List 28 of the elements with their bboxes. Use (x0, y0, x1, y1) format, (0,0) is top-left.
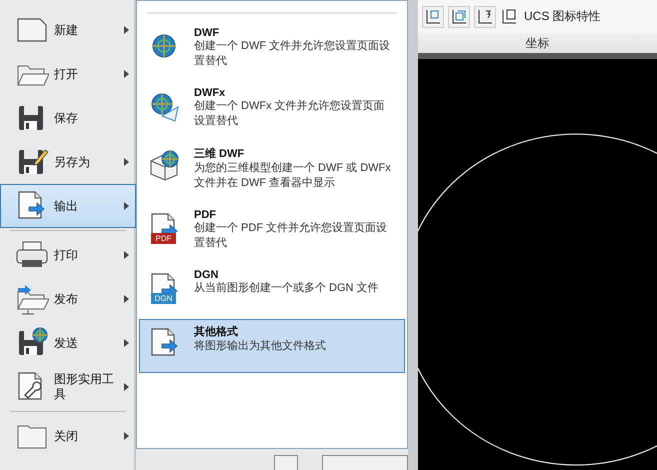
ucs-tool-button[interactable] (474, 6, 496, 28)
submenu-item[interactable]: 其他格式 将图形输出为其他文件格式 (139, 318, 405, 373)
partial-button[interactable] (274, 455, 298, 470)
menu-item[interactable]: 发布 (0, 277, 136, 321)
menu-item[interactable]: 新建 (0, 8, 136, 52)
format-label: PDF (151, 233, 176, 244)
menu-item[interactable]: 保存 (0, 96, 136, 140)
menu-item[interactable]: 关闭 (0, 414, 136, 458)
ucs-properties-label[interactable]: UCS 图标特性 (524, 8, 601, 25)
submenu-item[interactable]: 三维 DWF 为您的三维模型创建一个 DWF 或 DWFx 文件并在 DWF 查看器中显示 (139, 141, 405, 200)
publish-icon (15, 283, 49, 315)
menu-item[interactable]: 打印 (0, 233, 136, 277)
submenu-item[interactable]: DGN DGN 从当前图形创建一个或多个 DGN 文件 (139, 264, 405, 313)
partial-button[interactable] (322, 455, 408, 470)
submenu-item[interactable]: DWF 创建一个 DWF 文件并允许您设置页面设置替代 (139, 22, 405, 78)
menu-item[interactable]: 打开 (0, 52, 136, 96)
ucs-properties-icon[interactable] (500, 8, 518, 26)
ucs-tool-button[interactable] (422, 6, 444, 28)
submenu-item[interactable]: PDF PDF 创建一个 PDF 文件并允许您设置页面设置替代 (139, 204, 405, 260)
submenu-item[interactable]: DWFx 创建一个 DWFx 文件并允许您设置页面设置替代 (139, 82, 405, 138)
menu-item[interactable]: 图形实用工具 (0, 365, 136, 409)
ucs-tool-button[interactable] (448, 6, 470, 28)
menu-item[interactable]: 另存为 (0, 140, 136, 184)
format-label: DGN (151, 292, 176, 304)
dwf3d-icon (148, 149, 180, 184)
menu-item[interactable]: 发送 (0, 321, 136, 365)
panel-title: 坐标 (418, 33, 657, 53)
menu-item[interactable]: 输出 (0, 184, 136, 228)
